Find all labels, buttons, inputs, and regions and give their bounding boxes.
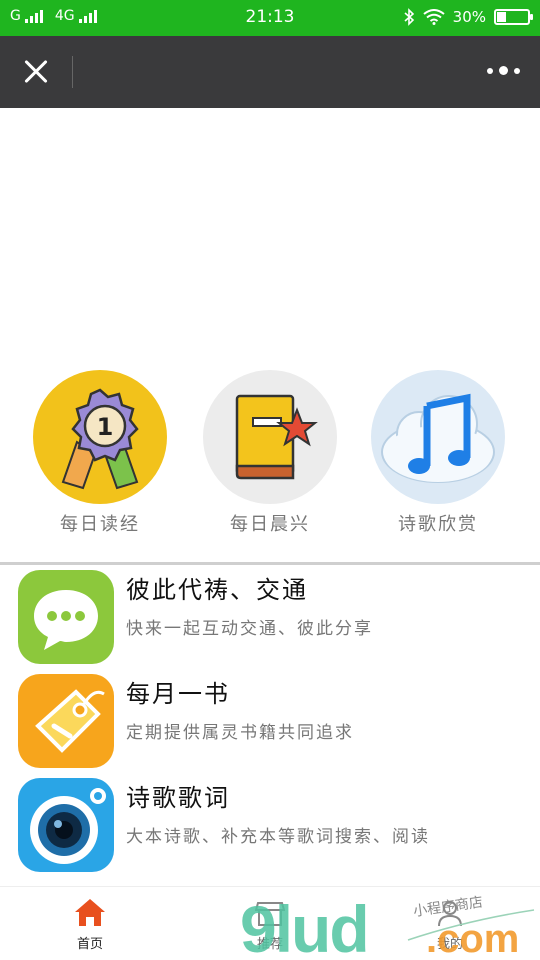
- list-item-title: 彼此代祷、交通: [126, 576, 308, 604]
- title-bar: [0, 36, 540, 108]
- more-dots-icon[interactable]: [487, 66, 520, 75]
- chat-bubble-icon: [18, 570, 114, 664]
- book-star-icon: [203, 370, 337, 504]
- category-daily-revival[interactable]: 每日晨兴: [186, 370, 354, 536]
- section-divider: [0, 562, 540, 565]
- medal-icon: 1: [33, 370, 167, 504]
- tab-bar: 首页 推荐 我的: [0, 886, 540, 960]
- banner-area: [0, 108, 540, 370]
- home-icon: [30, 895, 150, 927]
- list-item-subtitle: 定期提供属灵书籍共同追求: [126, 723, 354, 743]
- tab-mine[interactable]: 我的: [390, 895, 510, 952]
- status-bar: G 4G 21:13 30%: [0, 0, 540, 36]
- close-icon[interactable]: [18, 54, 54, 90]
- status-bar-right: 30%: [403, 8, 533, 26]
- category-label: 每日读经: [60, 514, 140, 535]
- tab-label: 推荐: [256, 937, 283, 952]
- user-icon: [390, 895, 510, 927]
- list-item-prayer[interactable]: 彼此代祷、交通 快来一起互动交通、彼此分享: [0, 566, 540, 666]
- category-label: 诗歌欣赏: [398, 514, 478, 535]
- svg-text:1: 1: [97, 413, 114, 441]
- list-item-title: 每月一书: [126, 680, 230, 708]
- bluetooth-icon: [404, 8, 414, 26]
- list-item-subtitle: 大本诗歌、补充本等歌词搜索、阅读: [126, 827, 430, 847]
- tab-recommend[interactable]: 推荐: [210, 895, 330, 952]
- camera-lens-icon: [18, 778, 114, 872]
- title-divider: [72, 56, 73, 88]
- wifi-icon: [423, 9, 445, 25]
- battery-icon: [494, 9, 533, 25]
- category-label: 每日晨兴: [230, 514, 310, 535]
- music-cloud-icon: [371, 370, 505, 504]
- battery-level: [497, 12, 506, 22]
- tag-icon: [18, 674, 114, 768]
- list-item-subtitle: 快来一起互动交通、彼此分享: [126, 619, 373, 639]
- category-daily-scripture[interactable]: 1 每日读经: [16, 370, 184, 536]
- battery-percent: 30%: [452, 8, 486, 26]
- list-item-title: 诗歌歌词: [126, 784, 230, 812]
- store-icon: [210, 895, 330, 927]
- tab-label: 我的: [436, 937, 463, 952]
- list-item-monthly-book[interactable]: 每月一书 定期提供属灵书籍共同追求: [0, 670, 540, 770]
- category-hymns[interactable]: 诗歌欣赏: [354, 370, 522, 536]
- tab-label: 首页: [76, 937, 103, 952]
- category-grid: 1 每日读经 每日晨兴 诗歌欣赏: [0, 370, 540, 560]
- list-item-lyrics[interactable]: 诗歌歌词 大本诗歌、补充本等歌词搜索、阅读: [0, 774, 540, 874]
- tab-home[interactable]: 首页: [30, 895, 150, 952]
